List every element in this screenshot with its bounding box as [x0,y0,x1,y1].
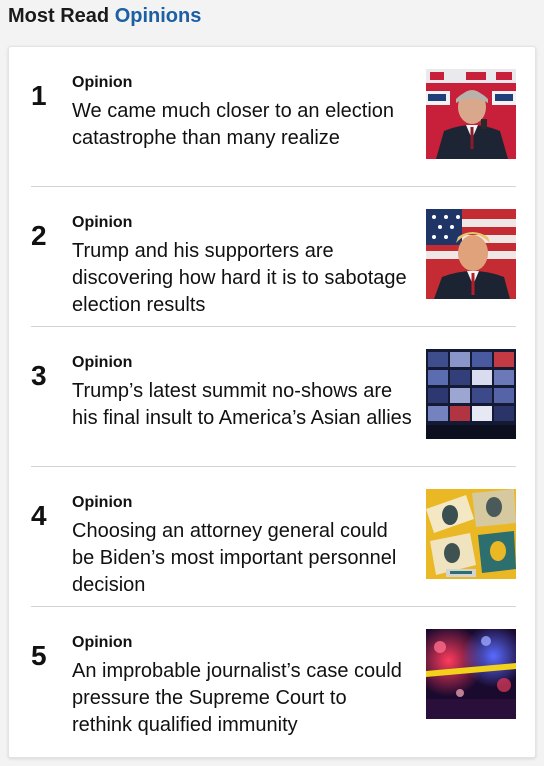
section-title: Most Read Opinions [8,4,201,28]
opinion-label: Opinion [72,494,133,511]
opinion-label: Opinion [72,74,133,91]
article-thumbnail[interactable] [426,349,516,439]
opinion-label: Opinion [72,354,133,371]
article-thumbnail[interactable] [426,489,516,579]
most-read-list: 1 Opinion We came much closer to an elec… [8,46,536,758]
article-thumbnail[interactable] [426,69,516,159]
list-item: 2 Opinion Trump and his supporters are d… [31,187,516,327]
rank-number: 3 [31,360,47,391]
rank-number: 2 [31,220,47,251]
section-title-accent[interactable]: Opinions [115,5,202,27]
opinion-label: Opinion [72,634,133,651]
rank-number: 4 [31,500,47,531]
list-item: 3 Opinion Trump’s latest summit no-shows… [31,327,516,467]
list-item: 5 Opinion An improbable journalist’s cas… [31,607,516,747]
list-item: 4 Opinion Choosing an attorney general c… [31,467,516,607]
section-title-prefix: Most Read [8,5,110,27]
rank-number: 1 [31,80,47,111]
list-item: 1 Opinion We came much closer to an elec… [31,47,516,187]
article-headline-link[interactable]: Choosing an attorney general could be Bi… [72,518,412,599]
article-headline-link[interactable]: Trump and his supporters are discovering… [72,238,412,319]
article-thumbnail[interactable] [426,209,516,299]
rank-number: 5 [31,640,47,671]
article-thumbnail[interactable] [426,629,516,719]
opinion-label: Opinion [72,214,133,231]
article-headline-link[interactable]: An improbable journalist’s case could pr… [72,658,412,739]
article-headline-link[interactable]: Trump’s latest summit no-shows are his f… [72,378,412,432]
article-headline-link[interactable]: We came much closer to an election catas… [72,98,412,152]
